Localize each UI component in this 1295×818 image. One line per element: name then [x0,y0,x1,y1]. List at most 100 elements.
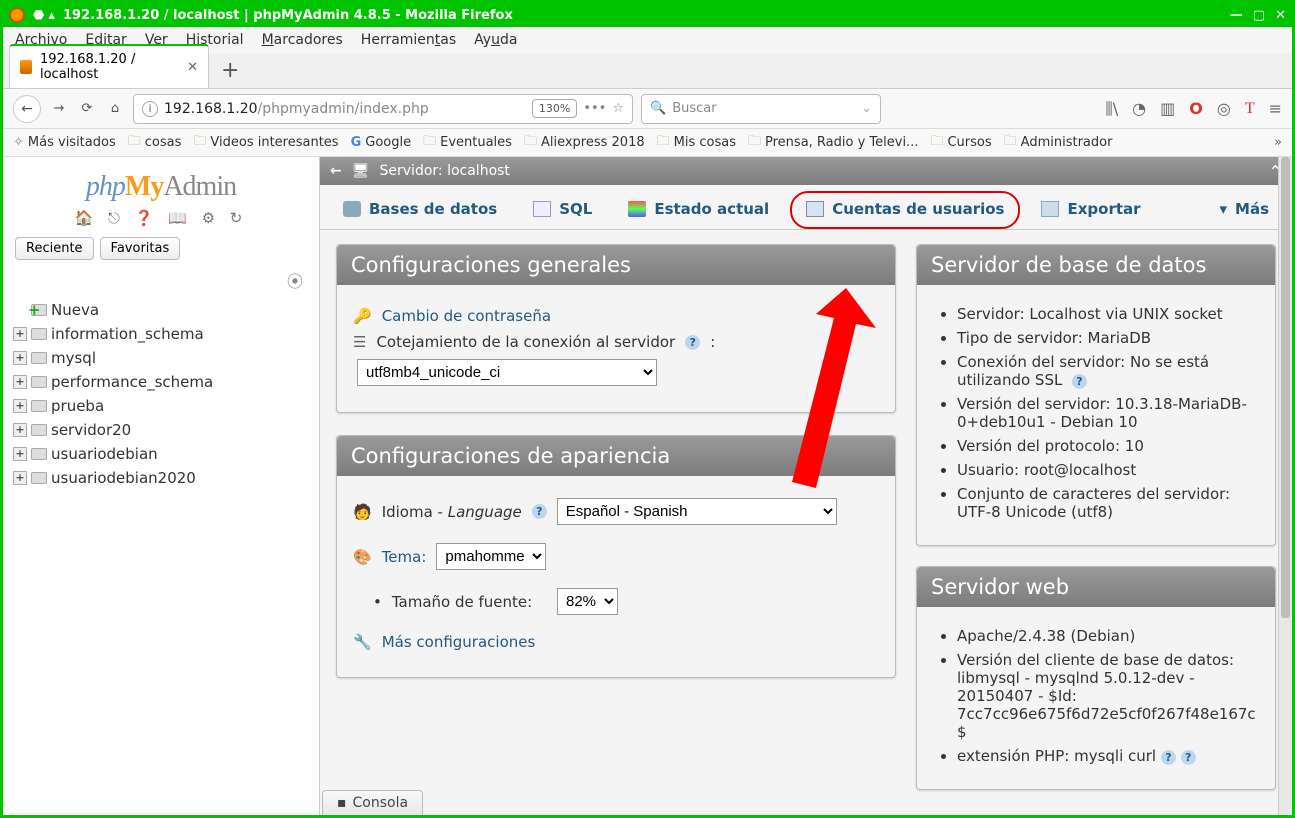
tree-item[interactable]: +usuariodebian2020 [9,466,313,490]
tab-databases[interactable]: Bases de datos [328,191,512,229]
menu-herramientas[interactable]: Herramientas [361,32,456,48]
tab-close-icon[interactable]: ✕ [187,60,198,75]
firefox-icon [9,7,25,23]
sidebar-icon[interactable]: ▥ [1160,99,1175,118]
info-item: Versión del servidor: 10.3.18-MariaDB-0+… [957,395,1259,431]
info-icon[interactable]: i [142,101,158,117]
lang-label-en: Language [448,503,522,521]
bm-miscosas[interactable]: 🗀Mis cosas [657,132,736,154]
tree-item[interactable]: +performance_schema [9,370,313,394]
tab-label: 192.168.1.20 / localhost [40,52,175,82]
panel-title: Servidor de base de datos [917,245,1275,285]
tree-item[interactable]: +mysql [9,346,313,370]
search-box[interactable]: 🔍 Buscar ⌄ [641,94,881,124]
browser-tab-active[interactable]: 192.168.1.20 / localhost ✕ [9,44,209,88]
url-bar[interactable]: i 192.168.1.20/phpmyadmin/index.php 130%… [133,94,633,124]
database-icon [343,201,361,217]
ext-icon-1[interactable]: ◔ [1132,99,1146,118]
info-item: Versión del protocolo: 10 [957,437,1259,455]
pma-logo: phpMyAdmin [9,171,313,203]
fontsize-select[interactable]: 82% [557,588,618,615]
scrollbar[interactable] [1278,157,1292,815]
tree-item[interactable]: +servidor20 [9,418,313,442]
page-actions-icon[interactable]: ••• [583,101,606,116]
pma-side-icons[interactable]: 🏠 ⎋ ❓ 📖 ⚙ ↻ [9,209,313,227]
close-button[interactable]: ✕ [1275,8,1286,23]
panel-title: Configuraciones generales [337,245,895,285]
menu-ayuda[interactable]: Ayuda [474,32,517,48]
collapse-left-icon[interactable]: ← [330,163,342,179]
bm-cosas[interactable]: 🗀cosas [128,132,182,154]
menu-marcadores[interactable]: Marcadores [262,32,343,48]
list-icon: ☰ [353,333,366,351]
panel-title: Servidor web [917,567,1275,607]
firefox-navbar: ← → ⟳ ⌂ i 192.168.1.20/phpmyadmin/index.… [3,89,1292,129]
bm-admin[interactable]: 🗀Administrador [1004,132,1113,154]
tree-new[interactable]: + Nueva [9,298,313,322]
theme-select[interactable]: pmahomme [436,543,546,570]
help-icon[interactable]: ? [1072,374,1087,389]
fontsize-label: Tamaño de fuente: [392,593,532,611]
info-item: Servidor: Localhost via UNIX socket [957,305,1259,323]
window-title: 192.168.1.20 / localhost | phpMyAdmin 4.… [63,8,513,23]
new-tab-button[interactable]: + [209,58,251,83]
help-icon[interactable]: ? [685,335,700,350]
account-icon[interactable]: ◎ [1217,99,1231,118]
tab-export[interactable]: Exportar [1026,191,1155,229]
url-text: 192.168.1.20/phpmyadmin/index.php [164,101,429,117]
pma-sidebar: phpMyAdmin 🏠 ⎋ ❓ 📖 ⚙ ↻ Reciente Favorita… [3,157,319,815]
reload-button[interactable]: ⟳ [77,99,97,119]
side-tab-recent[interactable]: Reciente [15,237,94,260]
info-item: Apache/2.4.38 (Debian) [957,627,1259,645]
db-tree: + Nueva +information_schema +mysql +perf… [9,298,313,490]
console-toggle[interactable]: ▪ Consola [322,790,423,815]
collation-select[interactable]: utf8mb4_unicode_ci [357,359,657,386]
theme-icon: 🎨 [353,548,372,566]
forward-button[interactable]: → [49,99,69,119]
tree-item[interactable]: +usuariodebian [9,442,313,466]
bm-most-visited[interactable]: ✧Más visitados [13,135,116,150]
panel-db-server: Servidor de base de datos Servidor: Loca… [916,244,1276,546]
tab-more[interactable]: ▾Más [1204,191,1284,229]
theme-label[interactable]: Tema: [382,548,427,566]
panel-web-server: Servidor web Apache/2.4.38 (Debian) Vers… [916,566,1276,790]
bm-eventuales[interactable]: 🗀Eventuales [423,132,512,154]
tree-item[interactable]: +information_schema [9,322,313,346]
tab-status[interactable]: Estado actual [613,191,784,229]
home-button[interactable]: ⌂ [105,99,125,119]
library-icon[interactable]: ⫼\ [1105,99,1118,119]
help-icon[interactable]: ? [1161,750,1176,765]
tab-user-accounts[interactable]: Cuentas de usuarios [790,191,1020,229]
change-password-link[interactable]: Cambio de contraseña [382,307,551,325]
bookmarks-bar: ✧Más visitados 🗀cosas 🗀Videos interesant… [3,129,1292,157]
pma-tabbar: Bases de datos SQL Estado actual Cuentas… [320,185,1292,230]
minimize-button[interactable]: — [1230,8,1243,23]
maximize-button[interactable]: ▢ [1253,8,1265,23]
bm-aliexpress[interactable]: 🗀Aliexpress 2018 [524,132,645,154]
sql-icon [533,201,551,217]
zoom-badge[interactable]: 130% [532,99,577,118]
bm-cursos[interactable]: 🗀Cursos [930,132,991,154]
ext-icon-t[interactable]: T [1245,100,1255,118]
firefox-tabstrip: 192.168.1.20 / localhost ✕ + [3,53,1292,89]
bm-google[interactable]: GGoogle [351,135,412,150]
bookmarks-overflow[interactable]: » [1274,135,1282,150]
pma-main: ← 🖥 Servidor: localhost ⌃ Bases de datos… [319,157,1292,815]
bm-videos[interactable]: 🗀Videos interesantes [193,132,338,154]
info-item: Tipo de servidor: MariaDB [957,329,1259,347]
tab-sql[interactable]: SQL [518,191,607,229]
help-icon[interactable]: ? [1181,750,1196,765]
opera-icon[interactable]: O [1189,99,1203,118]
help-icon[interactable]: ? [532,504,547,519]
back-button[interactable]: ← [13,95,41,123]
link-icon[interactable]: ⦿ [9,266,313,298]
chevron-down-icon: ▾ [1219,200,1227,218]
side-tab-favorites[interactable]: Favoritas [100,237,181,260]
more-settings-link[interactable]: Más configuraciones [382,633,536,651]
tree-item[interactable]: +prueba [9,394,313,418]
search-engine-icon[interactable]: ⌄ [861,101,872,116]
hamburger-icon[interactable]: ≡ [1269,99,1282,118]
bm-prensa[interactable]: 🗀Prensa, Radio y Televi... [748,132,918,154]
language-select[interactable]: Español - Spanish [557,498,837,525]
bookmark-star-icon[interactable]: ☆ [612,101,624,116]
